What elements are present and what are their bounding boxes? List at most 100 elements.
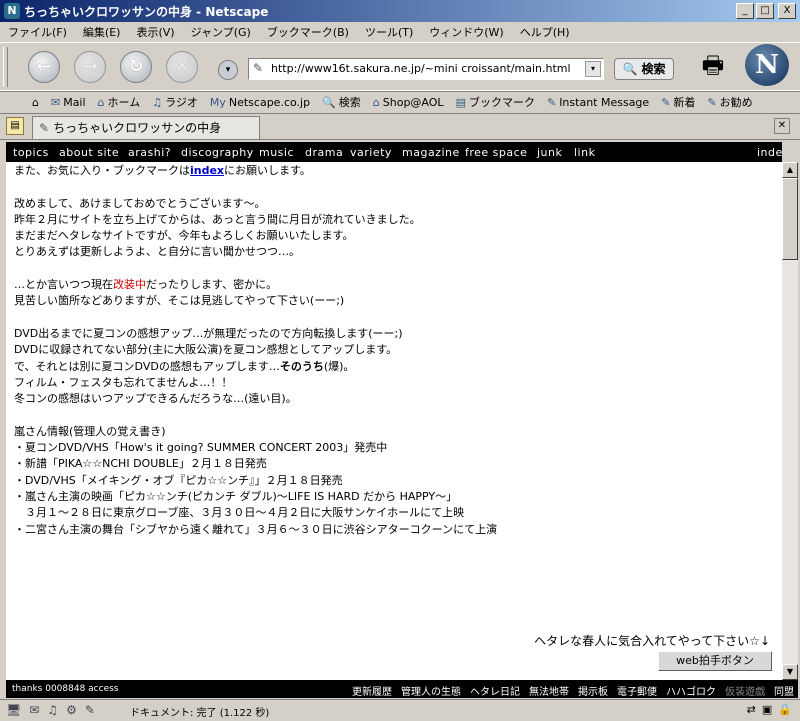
url-bar[interactable]: ✎ http://www16t.sakura.ne.jp/~mini crois…: [248, 58, 604, 80]
scroll-up-icon[interactable]: ▲: [782, 162, 798, 178]
menu-bookmarks[interactable]: ブックマーク(B): [259, 24, 357, 40]
nav-junk[interactable]: junk: [537, 146, 562, 159]
editor-icon[interactable]: ✎: [85, 703, 95, 717]
nav-drama[interactable]: drama: [305, 146, 343, 159]
search-icon: 🔍: [322, 95, 336, 109]
info-item: ・新譜「PIKA☆☆NCHI DOUBLE」２月１８日発売: [14, 457, 267, 471]
toolbar-grip[interactable]: [3, 47, 8, 87]
update-line: フィルム・フェスタも忘れてませんよ…！！: [14, 375, 233, 389]
footer-link-diary[interactable]: ヘタレ日記: [470, 683, 520, 698]
link-icon: ✎: [707, 95, 717, 109]
text: また、お気に入り・ブックマークは: [14, 164, 190, 177]
nav-magazine[interactable]: magazine: [402, 146, 460, 159]
stop-button[interactable]: ✕: [166, 51, 198, 83]
window-title: ちっちゃいクロワッサンの中身 - Netscape: [24, 5, 269, 19]
text: …とか言いつつ現在: [14, 278, 113, 292]
menu-bar: ファイル(F) 編集(E) 表示(V) ジャンプ(G) ブックマーク(B) ツー…: [0, 22, 800, 42]
url-input[interactable]: http://www16t.sakura.ne.jp/~mini croissa…: [271, 62, 571, 75]
bookmark-netscape[interactable]: My Netscape.co.jp: [204, 96, 316, 109]
sidebar-toggle-icon[interactable]: ▤: [6, 117, 24, 135]
update-line: DVDに収録されてない部分(主に大阪公演)を夏コン感想としてアップします。: [14, 343, 398, 357]
footer-link-email[interactable]: 電子郵便: [617, 683, 657, 698]
menu-edit[interactable]: 編集(E): [75, 24, 129, 40]
footer-link-lawless[interactable]: 無法地帯: [529, 683, 569, 698]
nav-free-space[interactable]: free space: [465, 146, 527, 159]
nav-about-site[interactable]: about site: [59, 146, 119, 159]
mail-icon[interactable]: ✉: [29, 703, 39, 717]
web-clap-button[interactable]: web拍手ボタン: [658, 651, 772, 671]
vertical-scrollbar[interactable]: ▲ ▼: [782, 162, 798, 680]
bookmark-radio[interactable]: ♫ ラジオ: [146, 94, 204, 110]
forward-button[interactable]: →: [74, 51, 106, 83]
update-line: DVD出るまでに夏コンの感想アップ…が無理だったので方向転換します(ーー;): [14, 326, 403, 340]
window-titlebar[interactable]: N ちっちゃいクロワッサンの中身 - Netscape _ □ X: [0, 0, 800, 22]
bookmark-shop-aol[interactable]: ⌂ Shop@AOL: [367, 96, 450, 109]
site-footer: thanks 0008848 access 更新履歴 管理人の生態 ヘタレ日記 …: [6, 680, 798, 698]
navigator-icon[interactable]: 🖥: [6, 703, 21, 717]
tab-label: ちっちゃいクロワッサンの中身: [53, 121, 222, 135]
print-icon[interactable]: 🖶: [697, 48, 729, 79]
menu-tools[interactable]: ツール(T): [357, 24, 421, 40]
footer-link-history[interactable]: 更新履歴: [352, 683, 392, 698]
composer-icon[interactable]: ⚙: [66, 703, 77, 717]
minimize-button[interactable]: _: [736, 3, 754, 19]
bookmark-search[interactable]: 🔍 検索: [316, 94, 367, 110]
main-text: また、お気に入り・ブックマークはindexにお願いします。 改めまして、あけまし…: [14, 163, 774, 538]
menu-go[interactable]: ジャンプ(G): [183, 24, 259, 40]
scroll-down-icon[interactable]: ▼: [782, 664, 798, 680]
nav-link[interactable]: link: [574, 146, 595, 159]
nav-topics[interactable]: topics: [13, 146, 49, 159]
home-tab-icon[interactable]: ⌂: [0, 96, 45, 109]
personal-toolbar: ⌂ ✉ Mail ⌂ ホーム ♫ ラジオ My Netscape.co.jp 🔍 検索 ⌂…: [0, 90, 800, 114]
page-icon: ✎: [253, 61, 264, 75]
footer-link-alliance[interactable]: 同盟: [774, 683, 794, 698]
netscape-logo[interactable]: N: [745, 44, 789, 86]
nav-discography[interactable]: discography: [181, 146, 254, 159]
bookmark-recommend[interactable]: ✎ お勧め: [701, 94, 758, 110]
menu-file[interactable]: ファイル(F): [0, 24, 75, 40]
tab-bar: ▤ ✎ ちっちゃいクロワッサンの中身 ✕: [0, 113, 800, 140]
footer-link-disabled: 仮装遊戯: [725, 687, 765, 698]
home-icon: ⌂: [97, 95, 105, 109]
status-text: ドキュメント: 完了 (1.122 秒): [130, 708, 270, 719]
netscape-app-icon[interactable]: N: [4, 3, 20, 19]
back-button[interactable]: ←: [28, 51, 60, 83]
search-button[interactable]: 🔍 検索: [614, 58, 674, 80]
bookmark-label: ラジオ: [165, 96, 198, 109]
footer-link-bbs[interactable]: 掲示板: [578, 683, 608, 698]
greeting-line: まだまだヘタレなサイトですが、今年もよろしくお願いいたします。: [14, 229, 354, 243]
text: にお願いします。: [224, 164, 311, 177]
maximize-button[interactable]: □: [756, 3, 774, 19]
bookmark-label: Mail: [63, 95, 86, 109]
bookmark-new[interactable]: ✎ 新着: [655, 94, 701, 110]
bookmark-mail[interactable]: ✉ Mail: [45, 96, 92, 109]
bookmark-bookmarks[interactable]: ▤ ブックマーク: [450, 94, 541, 110]
renovation-highlight: 改装中: [113, 278, 146, 292]
reload-button[interactable]: ↻: [120, 51, 152, 83]
access-counter: thanks 0008848 access: [12, 684, 119, 694]
url-dropdown-icon[interactable]: ▾: [585, 61, 601, 77]
bookmark-instant-message[interactable]: ✎ Instant Message: [541, 96, 655, 109]
footer-link-profile[interactable]: 管理人の生態: [401, 683, 461, 698]
clap-prompt: ヘタレな春人に気合入れてやって下さい☆↓: [534, 634, 770, 648]
nav-arashi[interactable]: arashi?: [128, 146, 171, 159]
menu-help[interactable]: ヘルプ(H): [512, 24, 578, 40]
index-link[interactable]: index: [190, 164, 224, 177]
footer-link-hahagoroku[interactable]: ハハゴロク: [666, 683, 716, 698]
close-tab-button[interactable]: ✕: [774, 118, 790, 134]
nav-variety[interactable]: variety: [350, 146, 392, 159]
tab-current[interactable]: ✎ ちっちゃいクロワッサンの中身: [32, 116, 260, 139]
shop-icon: ⌂: [372, 95, 380, 109]
mail-icon: ✉: [50, 95, 61, 109]
history-dropdown-button[interactable]: ▾: [218, 60, 238, 80]
menu-window[interactable]: ウィンドウ(W): [421, 24, 511, 40]
menu-view[interactable]: 表示(V): [128, 24, 182, 40]
nav-index[interactable]: index: [757, 146, 782, 159]
music-icon[interactable]: ♫: [47, 703, 58, 717]
bookmark-home[interactable]: ⌂ ホーム: [92, 94, 147, 110]
nav-music[interactable]: music: [259, 146, 294, 159]
bookmark-label: Shop@AOL: [382, 95, 444, 109]
update-line: で、それとは別に夏コンDVDの感想もアップします…そのうち(爆)。: [14, 359, 774, 375]
scroll-thumb[interactable]: [782, 178, 798, 260]
close-window-button[interactable]: X: [778, 3, 796, 19]
